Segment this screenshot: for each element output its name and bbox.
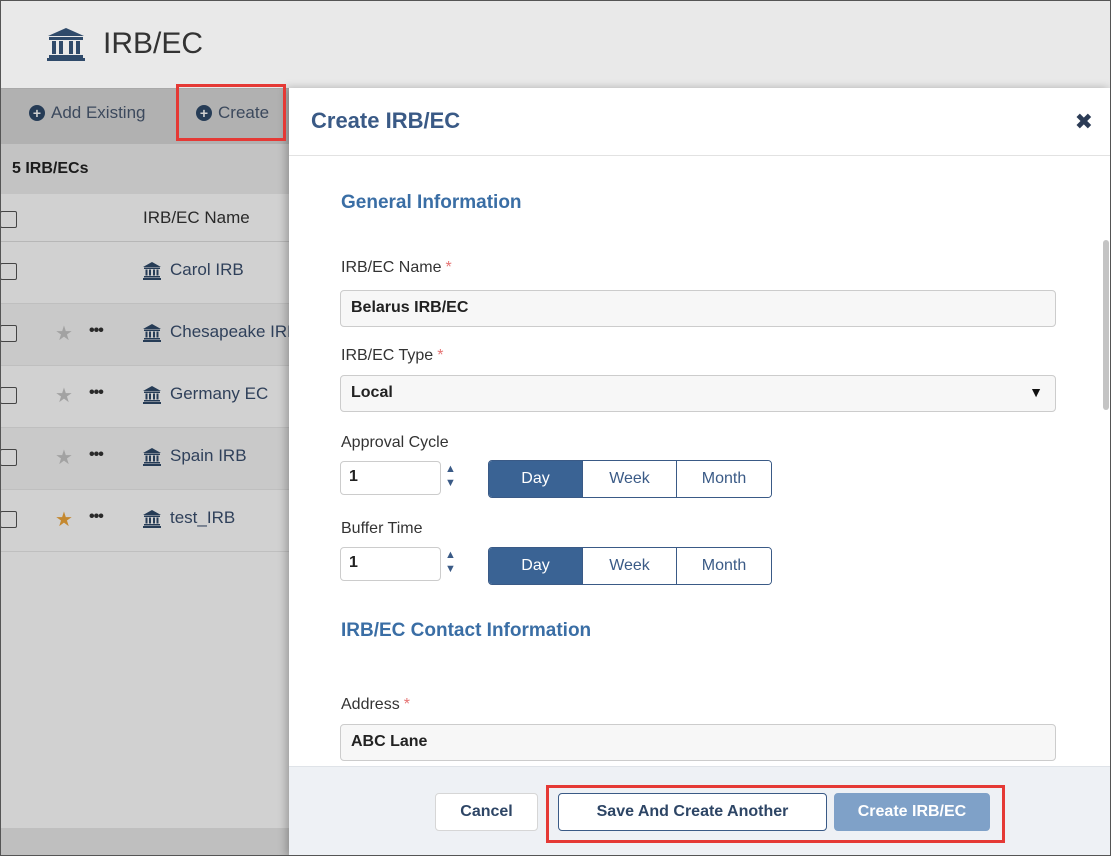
- approval-cycle-label: Approval Cycle: [341, 434, 449, 451]
- buffer-period-day[interactable]: Day: [489, 548, 583, 584]
- increment-icon[interactable]: ▲: [445, 463, 456, 475]
- irb-name-input[interactable]: Belarus IRB/EC: [340, 290, 1056, 327]
- irb-type-select[interactable]: Local ▼: [340, 375, 1056, 412]
- address-input[interactable]: ABC Lane: [340, 724, 1056, 761]
- decrement-icon[interactable]: ▼: [445, 477, 456, 489]
- page-title: IRB/EC: [103, 27, 204, 60]
- decrement-icon[interactable]: ▼: [445, 563, 456, 575]
- create-irb-modal: Create IRB/EC ✖ General Information IRB/…: [289, 88, 1111, 856]
- buffer-time-input[interactable]: 1: [340, 547, 441, 581]
- highlight-box-footer-buttons: [546, 785, 1005, 843]
- required-marker: *: [403, 696, 410, 713]
- type-label-text: IRB/EC Type: [341, 347, 434, 364]
- approval-period-day[interactable]: Day: [489, 461, 583, 497]
- buffer-time-stepper[interactable]: ▲ ▼: [445, 549, 459, 579]
- irb-type-value: Local: [351, 384, 393, 401]
- name-label: IRB/EC Name *: [341, 259, 452, 277]
- institution-icon: [47, 28, 85, 61]
- increment-icon[interactable]: ▲: [445, 549, 456, 561]
- approval-period-month[interactable]: Month: [677, 461, 771, 497]
- cancel-button[interactable]: Cancel: [435, 793, 538, 831]
- modal-body: General Information IRB/EC Name * Belarus…: [289, 156, 1111, 766]
- modal-scrollbar[interactable]: [1103, 240, 1109, 410]
- approval-period-week[interactable]: Week: [583, 461, 677, 497]
- type-label: IRB/EC Type *: [341, 347, 443, 365]
- buffer-time-label: Buffer Time: [341, 520, 423, 537]
- buffer-period-week[interactable]: Week: [583, 548, 677, 584]
- name-label-text: IRB/EC Name: [341, 259, 442, 276]
- approval-cycle-input[interactable]: 1: [340, 461, 441, 495]
- modal-header: Create IRB/EC ✖: [289, 88, 1111, 156]
- highlight-box-create: [176, 84, 286, 141]
- required-marker: *: [437, 347, 444, 364]
- buffer-time-period: Day Week Month: [488, 547, 772, 585]
- close-icon[interactable]: ✖: [1075, 109, 1093, 135]
- general-info-heading: General Information: [341, 192, 522, 213]
- address-label: Address *: [341, 696, 410, 714]
- contact-info-heading: IRB/EC Contact Information: [341, 620, 592, 641]
- buffer-period-month[interactable]: Month: [677, 548, 771, 584]
- page-header: IRB/EC: [0, 0, 1111, 88]
- approval-cycle-period: Day Week Month: [488, 460, 772, 498]
- address-label-text: Address: [341, 696, 400, 713]
- approval-cycle-stepper[interactable]: ▲ ▼: [445, 463, 459, 493]
- required-marker: *: [445, 259, 452, 276]
- caret-down-icon: ▼: [1029, 384, 1043, 400]
- modal-title: Create IRB/EC: [311, 108, 461, 133]
